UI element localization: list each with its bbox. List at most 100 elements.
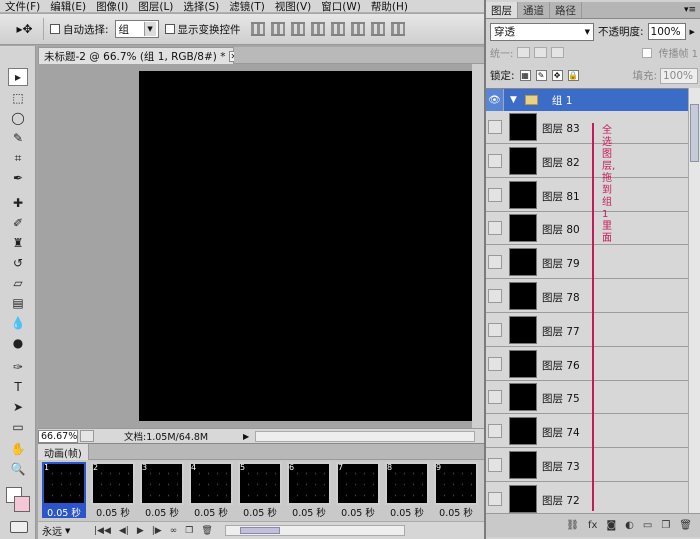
next-frame-icon[interactable]: |▶: [152, 526, 162, 536]
canvas-area[interactable]: [38, 64, 484, 428]
auto-select-checkbox[interactable]: [50, 24, 60, 34]
status-menu-arrow-icon[interactable]: ▶: [243, 432, 249, 441]
canvas-vertical-scrollbar[interactable]: [472, 64, 484, 428]
layer-row[interactable]: 图层 77: [486, 314, 688, 347]
blend-mode-dropdown[interactable]: 穿透 ▼: [490, 22, 594, 41]
layer-style-icon[interactable]: fx: [588, 520, 597, 531]
animation-frame[interactable]: 2 0.05 秒: [91, 462, 135, 520]
menu-select[interactable]: 选择(S): [178, 0, 224, 13]
zoom-preview-icon[interactable]: [80, 430, 94, 442]
lock-transparency-icon[interactable]: ▦: [519, 70, 531, 81]
unify-position-icon[interactable]: [517, 47, 531, 58]
lock-position-icon[interactable]: ✥: [551, 70, 563, 81]
disclosure-triangle-icon[interactable]: ▼: [510, 95, 517, 105]
visibility-toggle[interactable]: [488, 187, 502, 202]
layer-row[interactable]: 图层 78: [486, 280, 688, 313]
eyedropper-tool-icon[interactable]: ✒: [8, 169, 28, 187]
visibility-toggle[interactable]: [488, 322, 502, 337]
layer-mask-icon[interactable]: ◙: [606, 520, 616, 531]
menu-layer[interactable]: 图层(L): [133, 0, 178, 13]
tab-channels[interactable]: 通道: [518, 2, 550, 18]
animation-frame[interactable]: 7 0.05 秒: [336, 462, 380, 520]
crop-tool-icon[interactable]: ⌗: [8, 149, 28, 167]
visibility-toggle[interactable]: [488, 153, 502, 168]
eraser-tool-icon[interactable]: ▱: [8, 274, 28, 292]
zoom-level-field[interactable]: 66.67%: [38, 429, 78, 443]
visibility-toggle[interactable]: [488, 120, 502, 134]
distribute-top-icon[interactable]: [370, 22, 385, 36]
zoom-tool-icon[interactable]: 🔍: [8, 460, 28, 478]
quick-mask-icon[interactable]: [10, 521, 28, 533]
animation-frame[interactable]: 9 0.05 秒: [434, 462, 478, 520]
visibility-toggle[interactable]: [488, 458, 502, 472]
align-left-icon[interactable]: [310, 22, 325, 36]
visibility-toggle[interactable]: [488, 255, 502, 270]
first-frame-icon[interactable]: |◀◀: [94, 526, 111, 536]
layer-row[interactable]: 图层 75: [486, 381, 688, 415]
menu-image[interactable]: 图像(I): [91, 0, 133, 13]
animation-frame[interactable]: 1 0.05 秒: [42, 462, 86, 520]
quick-select-tool-icon[interactable]: ✎: [8, 129, 28, 147]
lock-all-icon[interactable]: 🔒: [567, 70, 579, 81]
frame-strip-scrollbar[interactable]: [224, 525, 405, 536]
align-bottom-icon[interactable]: [290, 22, 305, 36]
scrollbar-thumb[interactable]: [690, 104, 699, 162]
visibility-toggle[interactable]: [488, 491, 502, 506]
new-layer-icon[interactable]: ❐: [661, 520, 670, 531]
tween-icon[interactable]: ∞: [170, 526, 178, 536]
play-icon[interactable]: ▶: [137, 526, 144, 536]
frame-delay[interactable]: 0.05 秒: [91, 505, 135, 519]
distribute-vcenter-icon[interactable]: [390, 22, 405, 36]
frame-delay[interactable]: 0.05 秒: [434, 505, 478, 519]
scrollbar-thumb[interactable]: [239, 527, 280, 534]
duplicate-frame-icon[interactable]: ❐: [185, 526, 193, 536]
animation-frame[interactable]: 3 0.05 秒: [140, 462, 184, 520]
menu-file[interactable]: 文件(F): [0, 0, 45, 13]
layer-row[interactable]: 图层 83: [486, 111, 688, 144]
move-tool-icon[interactable]: ▸: [8, 68, 28, 86]
background-color-swatch[interactable]: [14, 496, 30, 512]
propagate-frame-option[interactable]: 传播帧 1: [642, 45, 698, 60]
document-tab[interactable]: 未标题-2 @ 66.7% (组 1, RGB/8#) * ✕: [38, 47, 239, 64]
type-tool-icon[interactable]: T: [8, 378, 28, 396]
layer-row[interactable]: 图层 73: [486, 449, 688, 482]
document-canvas[interactable]: [139, 71, 484, 421]
layer-list[interactable]: 👁 ▼ 组 1 图层 83 图层 82 图层 81 图层 80 图层 79 图层 78 图层…: [486, 88, 688, 513]
hand-tool-icon[interactable]: ✋: [8, 440, 28, 458]
propagate-frame-checkbox[interactable]: [642, 47, 653, 58]
lock-pixels-icon[interactable]: ✎: [535, 70, 547, 81]
menu-filter[interactable]: 滤镜(T): [224, 0, 270, 13]
menu-window[interactable]: 窗口(W): [316, 0, 366, 13]
visibility-toggle[interactable]: [488, 424, 502, 439]
frame-delay[interactable]: 0.05 秒: [238, 505, 282, 519]
visibility-toggle[interactable]: [488, 356, 502, 371]
eye-icon[interactable]: 👁: [486, 89, 504, 111]
layer-row[interactable]: 图层 79: [486, 246, 688, 280]
fill-field[interactable]: 100%: [660, 67, 698, 84]
transform-controls-checkbox[interactable]: [164, 24, 175, 34]
transform-controls-option[interactable]: 显示变换控件: [164, 22, 241, 37]
auto-select-dropdown[interactable]: 组 ▼: [114, 20, 159, 38]
visibility-toggle[interactable]: [488, 221, 502, 236]
layer-group-row[interactable]: 👁 ▼ 组 1: [486, 89, 688, 111]
frame-delay[interactable]: 0.05 秒: [42, 505, 86, 519]
animation-frame[interactable]: 8 0.05 秒: [385, 462, 429, 520]
tab-paths[interactable]: 路径: [550, 2, 582, 18]
auto-select-option[interactable]: 自动选择:: [50, 22, 109, 37]
animation-frame[interactable]: 5 0.05 秒: [238, 462, 282, 520]
delete-layer-icon[interactable]: 🗑: [679, 520, 692, 531]
menu-help[interactable]: 帮助(H): [366, 0, 413, 13]
move-tool-icon[interactable]: ▸✥: [6, 18, 44, 40]
layer-row[interactable]: 图层 76: [486, 348, 688, 381]
dodge-tool-icon[interactable]: ●: [8, 334, 28, 352]
frame-delay[interactable]: 0.05 秒: [140, 505, 184, 519]
delete-frame-icon[interactable]: 🗑: [201, 526, 212, 536]
healing-brush-tool-icon[interactable]: ✚: [8, 194, 28, 212]
layer-row[interactable]: 图层 80: [486, 212, 688, 246]
shape-tool-icon[interactable]: ▭: [8, 418, 28, 436]
adjustment-layer-icon[interactable]: ◐: [625, 520, 634, 531]
animation-frame[interactable]: 4 0.05 秒: [189, 462, 233, 520]
visibility-toggle[interactable]: [488, 390, 502, 405]
frame-delay[interactable]: 0.05 秒: [385, 505, 429, 519]
layer-row[interactable]: 图层 74: [486, 415, 688, 449]
